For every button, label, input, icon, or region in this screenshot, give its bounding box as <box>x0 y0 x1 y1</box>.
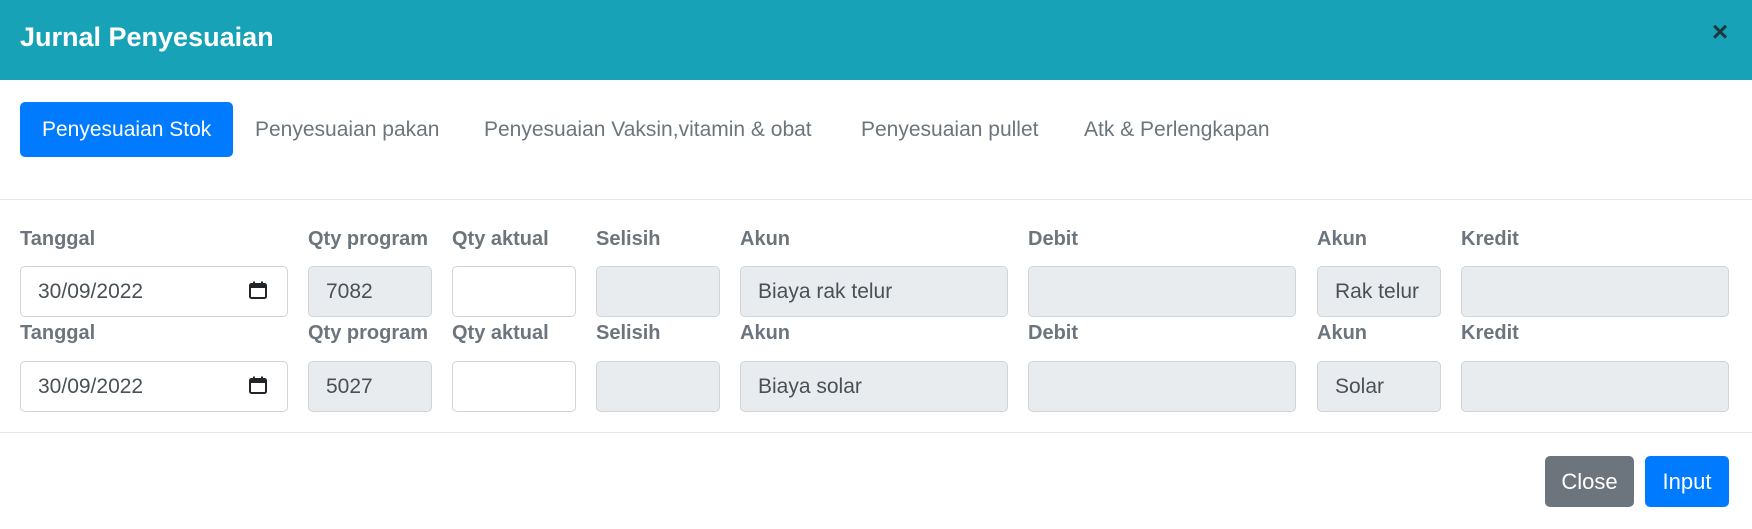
footer-divider <box>0 432 1752 433</box>
calendar-icon[interactable] <box>249 281 267 299</box>
qty-aktual-input[interactable] <box>452 266 576 317</box>
label-qty-aktual: Qty aktual <box>452 322 549 344</box>
date-value: 30/09/2022 <box>38 375 144 398</box>
tab-penyesuaian-stok[interactable]: Penyesuaian Stok <box>20 102 234 157</box>
label-qty-program: Qty program <box>308 228 429 250</box>
qty-program-field: 7082 <box>308 266 432 317</box>
selisih-field <box>596 361 720 412</box>
label-tanggal: Tanggal <box>20 228 96 250</box>
calendar-icon[interactable] <box>249 376 267 394</box>
label-qty-program: Qty program <box>308 322 429 344</box>
tab-penyesuaian-pullet[interactable]: Penyesuaian pullet <box>861 102 1038 157</box>
modal-title: Jurnal Penyesuaian <box>20 22 274 52</box>
debit-field <box>1028 361 1296 412</box>
label-kredit: Kredit <box>1461 322 1519 344</box>
debit-field <box>1028 266 1296 317</box>
label-tanggal: Tanggal <box>20 322 96 344</box>
close-icon[interactable]: × <box>1708 18 1732 46</box>
modal-header: Jurnal Penyesuaian × <box>0 0 1752 80</box>
label-akun-debit: Akun <box>740 228 790 250</box>
label-qty-aktual: Qty aktual <box>452 228 549 250</box>
close-button[interactable]: Close <box>1545 456 1634 507</box>
label-akun-kredit: Akun <box>1317 322 1367 344</box>
label-selisih: Selisih <box>596 228 661 250</box>
divider <box>0 199 1752 200</box>
kredit-field <box>1461 266 1729 317</box>
akun-kredit-field: Solar <box>1317 361 1441 412</box>
akun-debit-field: Biaya rak telur <box>740 266 1008 317</box>
date-value: 30/09/2022 <box>38 280 144 303</box>
label-kredit: Kredit <box>1461 228 1519 250</box>
label-debit: Debit <box>1028 322 1078 344</box>
label-selisih: Selisih <box>596 322 661 344</box>
input-button[interactable]: Input <box>1645 456 1729 507</box>
selisih-field <box>596 266 720 317</box>
tab-penyesuaian-pakan[interactable]: Penyesuaian pakan <box>255 102 439 157</box>
date-input[interactable]: 30/09/2022 <box>20 266 288 317</box>
qty-aktual-input[interactable] <box>452 361 576 412</box>
akun-kredit-field: Rak telur <box>1317 266 1441 317</box>
label-debit: Debit <box>1028 228 1078 250</box>
tab-atk-perlengkapan[interactable]: Atk & Perlengkapan <box>1084 102 1270 157</box>
akun-debit-field: Biaya solar <box>740 361 1008 412</box>
date-input[interactable]: 30/09/2022 <box>20 361 288 412</box>
tab-penyesuaian-vaksin[interactable]: Penyesuaian Vaksin,vitamin & obat <box>484 102 812 157</box>
label-akun-debit: Akun <box>740 322 790 344</box>
label-akun-kredit: Akun <box>1317 228 1367 250</box>
qty-program-field: 5027 <box>308 361 432 412</box>
kredit-field <box>1461 361 1729 412</box>
